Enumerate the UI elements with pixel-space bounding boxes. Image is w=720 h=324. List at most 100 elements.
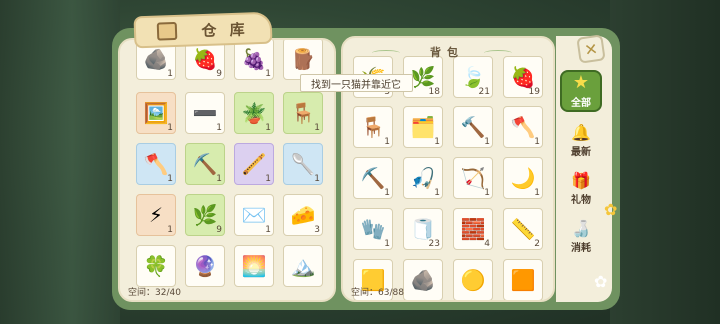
item-slot[interactable]: 🪓 1 — [503, 106, 543, 148]
item-count: 1 — [265, 123, 271, 133]
item-count: 1 — [265, 69, 271, 79]
item-slot[interactable]: 🧻 23 — [403, 208, 443, 250]
tab-all[interactable]: ★ 全部 — [560, 70, 602, 112]
item-slot[interactable]: ➖ 1 — [185, 92, 225, 134]
item-icon: 🪑 — [360, 115, 386, 139]
item-count: 1 — [265, 225, 271, 235]
item-slot[interactable]: 🌙 1 — [503, 157, 543, 199]
item-count: 1 — [314, 174, 320, 184]
item-slot[interactable]: 🍓 19 — [503, 56, 543, 98]
item-icon: 🎣 — [410, 166, 436, 190]
flower-icon: ✿ — [594, 272, 608, 291]
item-count: 1 — [314, 123, 320, 133]
backpack-space: 空间：63/88 — [351, 288, 404, 298]
item-slot[interactable]: 🪑 1 — [353, 106, 393, 148]
item-icon: 🔨 — [460, 115, 486, 139]
item-slot[interactable]: 🟡 — [453, 259, 493, 300]
tab-all-label: 全部 — [571, 97, 591, 109]
item-icon: 🍓 — [510, 65, 536, 89]
item-count: 9 — [216, 225, 222, 235]
item-icon: 🟡 — [460, 268, 486, 292]
item-slot[interactable]: 🍃 21 — [453, 56, 493, 98]
item-slot[interactable]: 🪈 1 — [234, 143, 274, 185]
item-icon: 🔮 — [192, 254, 218, 278]
item-slot[interactable]: 🪓 1 — [136, 143, 176, 185]
item-icon: 🖼️ — [143, 101, 169, 125]
item-slot[interactable]: 🪑 1 — [283, 92, 323, 134]
item-count: 3 — [314, 225, 320, 235]
item-count: 1 — [265, 174, 271, 184]
item-slot[interactable]: ✉️ 1 — [234, 194, 274, 236]
item-icon: 🌿 — [410, 65, 436, 89]
item-slot[interactable]: 🧤 1 — [353, 208, 393, 250]
background-right — [610, 0, 720, 324]
tab-newest[interactable]: 🔔 最新 — [558, 118, 604, 164]
flower-icon: ✿ — [604, 200, 618, 219]
item-icon: ⛏️ — [192, 152, 218, 176]
item-count: 1 — [167, 225, 173, 235]
item-slot[interactable]: 🌅 — [234, 245, 274, 287]
item-icon: ➖ — [192, 101, 218, 125]
item-count: 1 — [216, 123, 222, 133]
item-count: 1 — [384, 137, 390, 147]
backpack-title: 背包 — [430, 46, 464, 59]
item-icon: 🌙 — [510, 166, 536, 190]
item-slot[interactable]: 🖼️ 1 — [136, 92, 176, 134]
item-icon: 🧻 — [410, 217, 436, 241]
item-slot[interactable]: 📏 2 — [503, 208, 543, 250]
item-slot[interactable]: 🔮 — [185, 245, 225, 287]
bell-icon: 🔔 — [571, 122, 591, 142]
warehouse-title: 仓 库 — [201, 19, 249, 40]
item-slot[interactable]: 🗂️ 1 — [403, 106, 443, 148]
item-count: 1 — [167, 123, 173, 133]
item-slot[interactable]: ⛏️ 1 — [353, 157, 393, 199]
tab-consumables-label: 消耗 — [571, 242, 591, 254]
item-slot[interactable]: 🔨 1 — [453, 106, 493, 148]
item-count: 1 — [484, 188, 490, 198]
item-icon: 🥄 — [290, 152, 316, 176]
item-slot[interactable]: ⛏️ 1 — [185, 143, 225, 185]
item-icon: 🍀 — [143, 254, 169, 278]
item-count: 2 — [534, 239, 540, 249]
item-count: 1 — [434, 137, 440, 147]
item-slot[interactable]: 🏔️ — [283, 245, 323, 287]
item-icon: ⚡ — [148, 203, 164, 227]
warehouse-grid: 🖼️ 1 ➖ 1 🪴 1 🪑 1 🪓 1 ⛏️ 1 🪈 1 🥄 1 ⚡ 1 🌿 9 ✉️ 1 🧀 3 🍀 🔮 🌅 🏔️ — [136, 92, 323, 287]
item-icon: 🏔️ — [290, 254, 316, 278]
gift-icon: 🎁 — [571, 170, 591, 190]
item-count: 1 — [384, 188, 390, 198]
item-icon: 🪨 — [143, 47, 169, 71]
item-count: 4 — [484, 239, 490, 249]
item-slot[interactable]: 🥄 1 — [283, 143, 323, 185]
item-icon: 🧤 — [360, 217, 386, 241]
item-icon: 🪵 — [290, 47, 316, 71]
tab-gifts[interactable]: 🎁 礼物 — [558, 166, 604, 212]
item-slot[interactable]: 🏹 1 — [453, 157, 493, 199]
item-slot[interactable]: 🧀 3 — [283, 194, 323, 236]
item-slot[interactable]: 🎣 1 — [403, 157, 443, 199]
item-icon: 🌿 — [192, 203, 218, 227]
item-slot[interactable]: 🪴 1 — [234, 92, 274, 134]
item-slot[interactable]: 🍀 — [136, 245, 176, 287]
crate-icon — [157, 21, 178, 41]
item-slot[interactable]: 🧱 4 — [453, 208, 493, 250]
tab-consumables[interactable]: 🍶 消耗 — [558, 214, 604, 260]
item-icon: 🗂️ — [410, 115, 436, 139]
item-count: 1 — [484, 137, 490, 147]
item-slot[interactable]: ⚡ 1 — [136, 194, 176, 236]
item-icon: 🪨 — [410, 268, 436, 292]
tab-gifts-label: 礼物 — [571, 194, 591, 206]
item-count: 1 — [384, 239, 390, 249]
item-icon: 🍃 — [460, 65, 486, 89]
backpack-grid: 🪑 1 🗂️ 1 🔨 1 🪓 1 ⛏️ 1 🎣 1 🏹 1 🌙 1 🧤 1 🧻 23 🧱 4 📏 2 🟨 🪨 🟡 🟧 — [353, 106, 543, 300]
close-button[interactable]: ✕ — [576, 34, 606, 64]
bottle-icon: 🍶 — [571, 218, 591, 238]
item-icon: 🪈 — [241, 152, 267, 176]
background-left — [0, 0, 120, 324]
item-count: 1 — [434, 188, 440, 198]
item-slot[interactable]: 🪨 — [403, 259, 443, 300]
item-slot[interactable]: 🟧 — [503, 259, 543, 300]
item-icon: ✉️ — [241, 203, 267, 227]
item-count: 19 — [528, 87, 540, 97]
item-slot[interactable]: 🌿 9 — [185, 194, 225, 236]
